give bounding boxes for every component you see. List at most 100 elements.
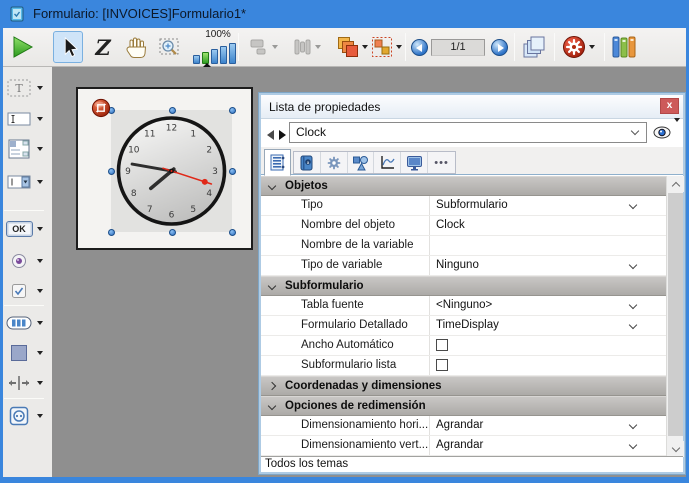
chevron-down-icon[interactable] [629, 441, 637, 449]
form-design-canvas[interactable]: 123456789101112 [76, 87, 253, 250]
level-objects-button[interactable] [333, 31, 371, 63]
dropdown-arrow-icon [37, 321, 43, 325]
property-list-icon [269, 154, 286, 171]
move-tool-button[interactable] [122, 31, 152, 63]
library-button[interactable] [609, 31, 639, 63]
clock-number: 2 [206, 146, 212, 156]
subform-badge-icon[interactable] [91, 98, 111, 118]
splitter-tool[interactable] [4, 371, 48, 395]
page-indicator-field[interactable]: 1/1 [430, 31, 486, 63]
radio-button-icon [11, 253, 27, 269]
tab-more[interactable]: ••• [428, 152, 455, 173]
clock-number: 3 [212, 167, 218, 177]
clock-number: 6 [169, 211, 175, 221]
group-objects-button[interactable] [367, 31, 405, 63]
selection-handle[interactable] [169, 229, 176, 236]
panel-scrollbar[interactable] [666, 176, 683, 457]
themes-footer[interactable]: Todos los temas [261, 456, 683, 472]
property-value[interactable]: TimeDisplay [436, 316, 499, 335]
text-input-tool[interactable] [4, 107, 48, 131]
form-window-icon [9, 6, 25, 22]
previous-page-button[interactable] [409, 31, 429, 63]
dropdown-arrow-icon [37, 381, 43, 385]
list-box-tool[interactable] [4, 137, 48, 161]
chevron-down-icon[interactable] [629, 321, 637, 329]
property-value[interactable]: <Ninguno> [436, 296, 492, 315]
scroll-up-button[interactable] [667, 176, 684, 192]
selection-handle[interactable] [108, 168, 115, 175]
selection-handle[interactable] [169, 107, 176, 114]
magnifier-icon [158, 35, 182, 59]
tab-database[interactable]: a [294, 152, 321, 173]
distribute-icon [292, 37, 312, 57]
chevron-down-icon[interactable] [629, 201, 637, 209]
selected-object-name: Clock [296, 125, 326, 139]
section-header[interactable]: Opciones de redimensión [261, 396, 666, 416]
dropdown-arrow-icon [37, 86, 43, 90]
dropdown-arrow-icon [674, 118, 680, 139]
property-value[interactable]: Ninguno [436, 256, 479, 275]
zoom-bars-icon [193, 43, 236, 64]
radio-button-tool[interactable] [4, 249, 48, 273]
align-objects-button[interactable] [244, 31, 282, 63]
show-hide-button[interactable] [653, 126, 680, 144]
scroll-down-button[interactable] [667, 441, 684, 457]
tab-events[interactable] [374, 152, 401, 173]
window-titlebar[interactable]: Formulario: [INVOICES]Formulario1* [0, 0, 689, 28]
execute-form-button[interactable] [6, 31, 38, 63]
close-icon[interactable]: x [660, 98, 679, 114]
panel-titlebar[interactable]: Lista de propiedades x [261, 95, 683, 119]
combo-box-tool[interactable] [4, 170, 48, 194]
property-row: Tipo de variableNinguno [261, 256, 666, 276]
selection-handle[interactable] [229, 168, 236, 175]
next-object-button[interactable] [277, 127, 286, 145]
entry-order-tool-button[interactable]: Z [88, 31, 118, 63]
subform-tool[interactable] [4, 404, 48, 428]
display-views-button[interactable] [519, 31, 549, 63]
rectangle-tool[interactable] [4, 341, 48, 365]
static-text-tool[interactable]: T [4, 76, 48, 100]
property-checkbox[interactable] [436, 359, 448, 371]
section-header[interactable]: Subformulario [261, 276, 666, 296]
section-header[interactable]: Coordenadas y dimensiones [261, 376, 666, 396]
svg-text:T: T [15, 82, 23, 95]
chevron-down-icon[interactable] [629, 261, 637, 269]
database-book-icon: a [299, 155, 314, 171]
property-list-panel: Lista de propiedades x Clock [259, 93, 685, 474]
distribute-objects-button[interactable] [287, 31, 325, 63]
chevron-down-icon [268, 402, 276, 410]
selection-handle[interactable] [229, 229, 236, 236]
property-checkbox[interactable] [436, 339, 448, 351]
form-properties-button[interactable] [558, 31, 598, 63]
dropdown-arrow-icon [37, 259, 43, 263]
property-row: Dimensionamiento hori...Agrandar [261, 416, 666, 436]
ellipsis-icon: ••• [434, 157, 449, 169]
tab-settings[interactable] [321, 152, 348, 173]
property-value[interactable]: Agrandar [436, 416, 483, 435]
property-value[interactable]: Clock [436, 216, 465, 235]
chevron-down-icon[interactable] [629, 301, 637, 309]
object-selector-dropdown[interactable]: Clock [289, 122, 647, 143]
check-box-tool[interactable] [4, 279, 48, 303]
tab-display[interactable] [401, 152, 428, 173]
scrollbar-thumb[interactable] [668, 193, 683, 436]
section-header[interactable]: Objetos [261, 176, 666, 196]
button-bar-tool[interactable] [4, 311, 48, 335]
property-label: Tabla fuente [301, 296, 364, 315]
tab-property-list[interactable] [264, 149, 291, 176]
eye-icon [653, 126, 671, 139]
clock-number: 5 [190, 205, 196, 215]
chevron-down-icon[interactable] [629, 421, 637, 429]
button-tool[interactable]: OK [4, 217, 48, 241]
selection-handle[interactable] [229, 107, 236, 114]
selection-handle[interactable] [108, 229, 115, 236]
tab-objects[interactable] [348, 152, 375, 173]
property-row: Nombre del objetoClock [261, 216, 666, 236]
next-page-button[interactable] [489, 31, 509, 63]
property-row: Formulario DetalladoTimeDisplay [261, 316, 666, 336]
property-value[interactable]: Agrandar [436, 436, 483, 455]
pointer-tool-button[interactable] [53, 31, 83, 63]
zoom-tool-button[interactable] [155, 31, 185, 63]
property-value[interactable]: Subformulario [436, 196, 508, 215]
previous-object-button[interactable] [267, 127, 274, 145]
